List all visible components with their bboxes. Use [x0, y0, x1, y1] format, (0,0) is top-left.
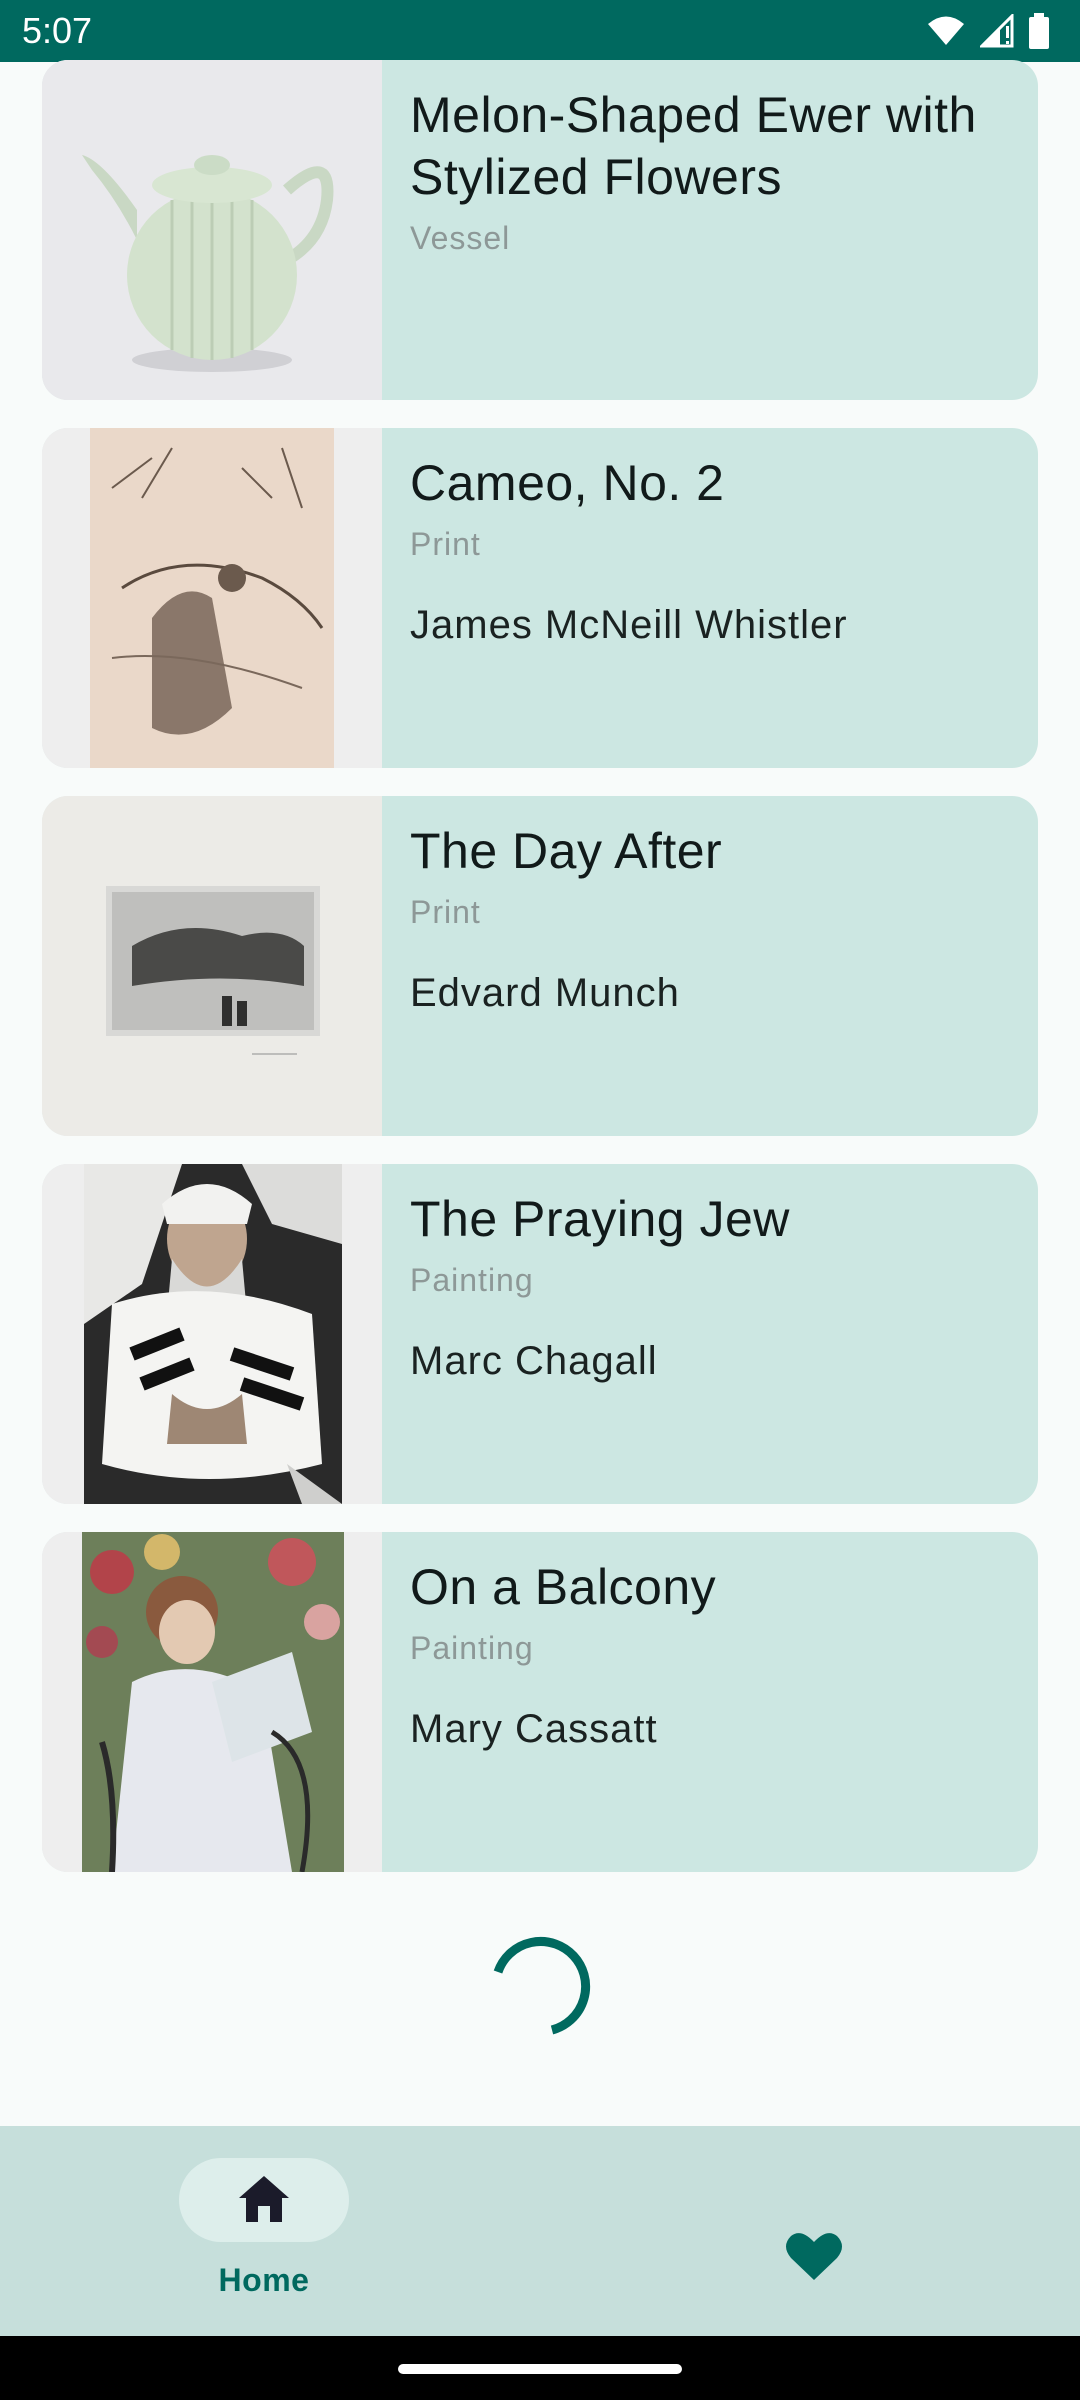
artwork-card[interactable]: Cameo, No. 2 Print James McNeill Whistle… — [42, 428, 1038, 768]
signal-icon — [980, 14, 1014, 48]
artwork-title: Cameo, No. 2 — [410, 455, 725, 511]
artwork-info: Melon-Shaped Ewer with Stylized Flowers … — [382, 60, 1038, 400]
artwork-card[interactable]: On a Balcony Painting Mary Cassatt — [42, 1532, 1038, 1872]
artwork-type: Print — [410, 894, 481, 930]
artwork-info: On a Balcony Painting Mary Cassatt — [382, 1532, 1038, 1872]
artwork-artist: Marc Chagall — [410, 1339, 658, 1383]
nav-home-label: Home — [218, 2262, 310, 2298]
artwork-info: The Praying Jew Painting Marc Chagall — [382, 1164, 1038, 1504]
battery-icon — [1029, 13, 1049, 49]
status-icons — [926, 12, 1050, 50]
artwork-card[interactable]: The Praying Jew Painting Marc Chagall — [42, 1164, 1038, 1504]
artwork-title: The Day After — [410, 823, 723, 879]
artwork-card[interactable]: The Day After Print Edvard Munch — [42, 796, 1038, 1136]
loading-spinner — [493, 1936, 591, 2035]
heart-icon — [786, 2233, 842, 2280]
gesture-handle[interactable] — [398, 2364, 682, 2374]
status-time: 5:07 — [22, 10, 93, 51]
artwork-artist: Edvard Munch — [410, 971, 680, 1015]
artwork-type: Vessel — [410, 220, 511, 256]
artwork-thumbnail — [42, 796, 382, 1136]
artwork-thumbnail — [42, 1532, 382, 1872]
artwork-type: Painting — [410, 1630, 534, 1666]
artwork-thumbnail — [42, 1164, 382, 1504]
artwork-artist: James McNeill Whistler — [410, 603, 848, 647]
home-icon — [239, 2176, 289, 2222]
nav-home-button[interactable]: Home — [179, 2158, 349, 2308]
artwork-type: Painting — [410, 1262, 534, 1298]
artwork-thumbnail — [42, 60, 382, 400]
nav-favorites-button[interactable] — [729, 2158, 899, 2308]
artwork-card[interactable]: Melon-Shaped Ewer with Stylized Flowers … — [42, 60, 1038, 400]
system-navigation-bar — [0, 2336, 1080, 2400]
artwork-title: Melon-Shaped Ewer with Stylized Flowers — [410, 87, 977, 205]
artwork-thumbnail — [42, 428, 382, 768]
artwork-title: On a Balcony — [410, 1559, 717, 1615]
artwork-type: Print — [410, 526, 481, 562]
status-bar: 5:07 — [0, 0, 1080, 62]
artwork-artist: Mary Cassatt — [410, 1707, 658, 1751]
bottom-navigation: Home — [0, 2126, 1080, 2336]
artwork-info: The Day After Print Edvard Munch — [382, 796, 1038, 1136]
artwork-title: The Praying Jew — [410, 1191, 790, 1247]
artwork-info: Cameo, No. 2 Print James McNeill Whistle… — [382, 428, 1038, 768]
wifi-icon — [928, 16, 964, 45]
